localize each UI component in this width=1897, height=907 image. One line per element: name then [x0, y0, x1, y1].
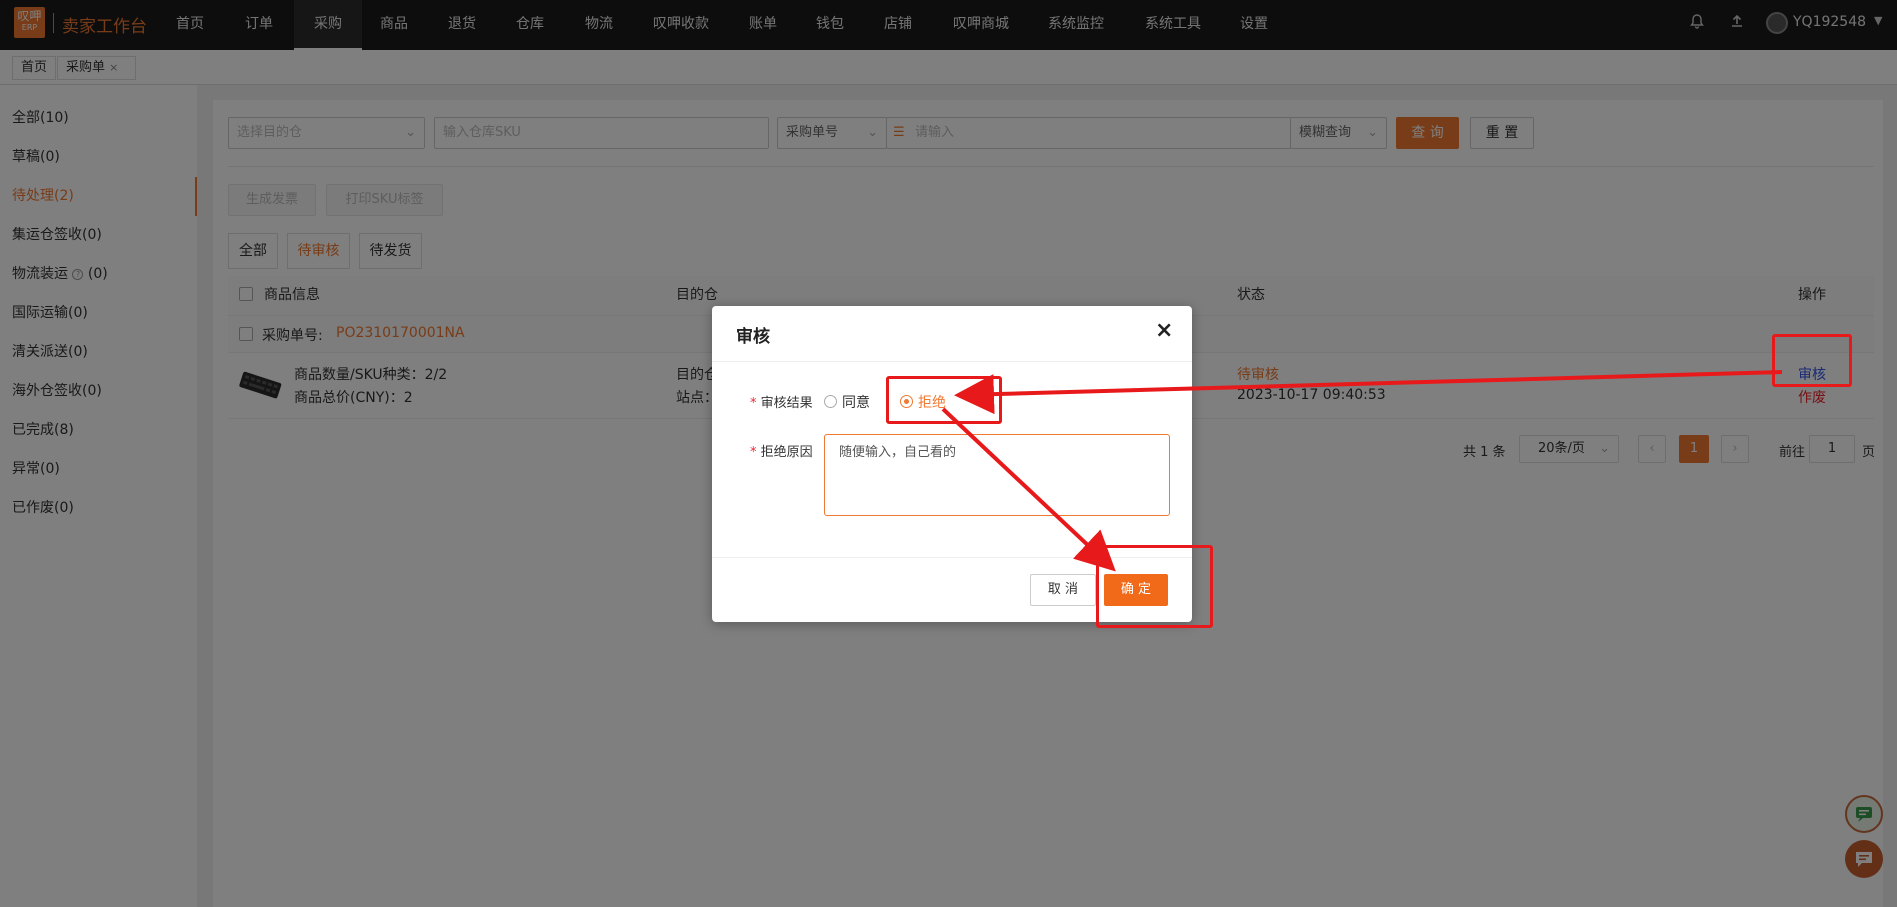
- arrow-to-reject: [954, 370, 1783, 415]
- annotation-arrows: [941, 370, 1783, 572]
- arrow-to-confirm: [941, 407, 1116, 572]
